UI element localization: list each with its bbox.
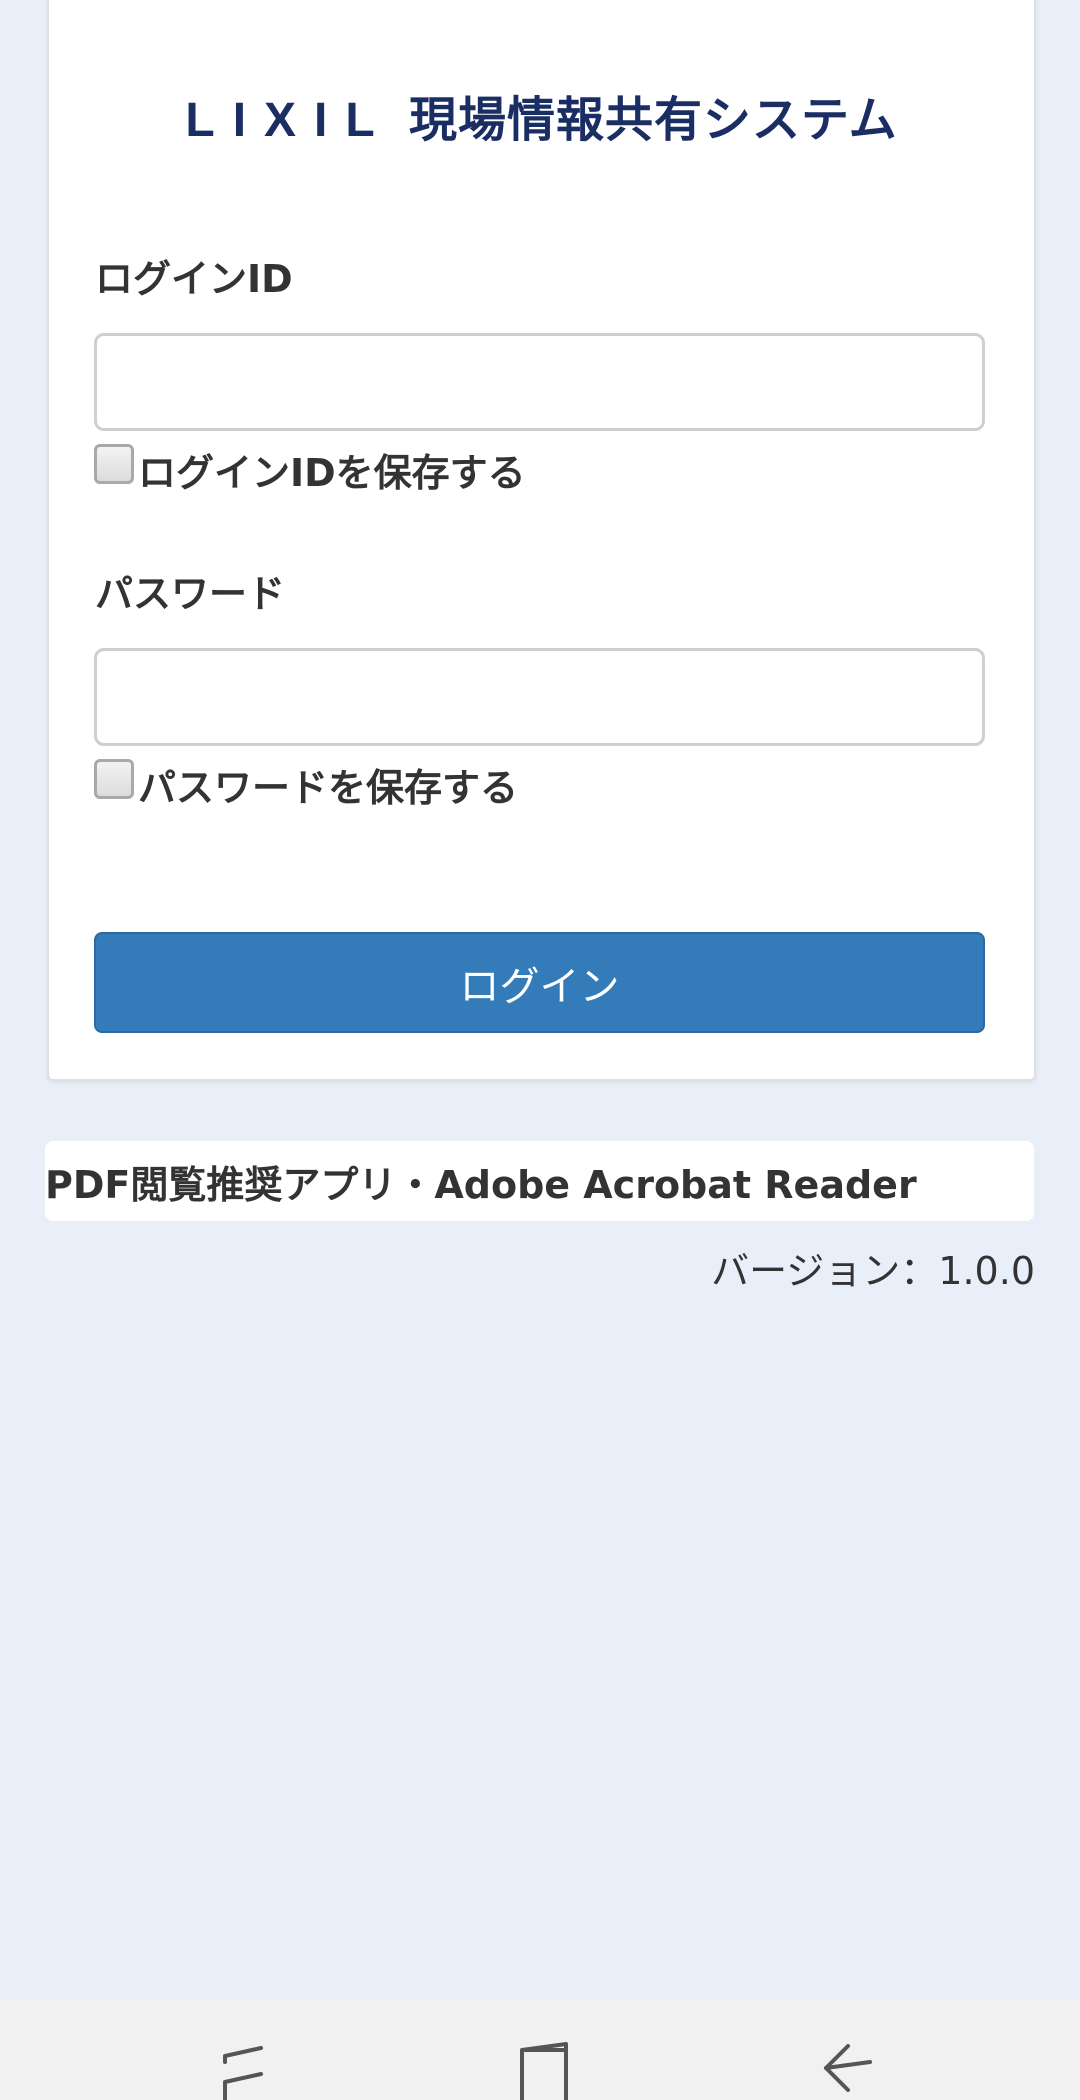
pdf-recommendation-link[interactable]: PDF閲覧推奨アプリ・Adobe Acrobat Reader (45, 1154, 917, 1209)
password-input[interactable] (94, 648, 985, 746)
save-password-checkbox[interactable] (94, 758, 134, 799)
brand-logo-text: LIXIL (185, 94, 393, 147)
system-name: 現場情報共有システム (409, 94, 898, 147)
save-password-label[interactable]: パスワードを保存する (138, 757, 518, 812)
recent-apps-icon[interactable] (215, 2038, 271, 2100)
save-login-id-label[interactable]: ログインIDを保存する (138, 442, 526, 497)
save-login-id-row[interactable]: ログインIDを保存する (94, 442, 526, 497)
password-label: パスワード (95, 572, 286, 616)
save-password-row[interactable]: パスワードを保存する (94, 757, 518, 812)
version-label: バージョン：1.0.0 (711, 1249, 1035, 1293)
login-id-input[interactable] (94, 333, 985, 431)
save-login-id-checkbox[interactable] (94, 443, 134, 484)
app-title: LIXIL 現場情報共有システム (49, 80, 1034, 150)
home-icon[interactable] (516, 2038, 572, 2100)
back-icon[interactable] (818, 2038, 874, 2100)
login-id-label: ログインID (95, 257, 293, 301)
login-button[interactable]: ログイン (94, 932, 985, 1033)
login-card: LIXIL 現場情報共有システム ログインID ログインIDを保存する パスワー… (47, 0, 1036, 1081)
system-nav-bar (0, 2000, 1080, 2100)
pdf-recommendation-box[interactable]: PDF閲覧推奨アプリ・Adobe Acrobat Reader (45, 1141, 1034, 1221)
